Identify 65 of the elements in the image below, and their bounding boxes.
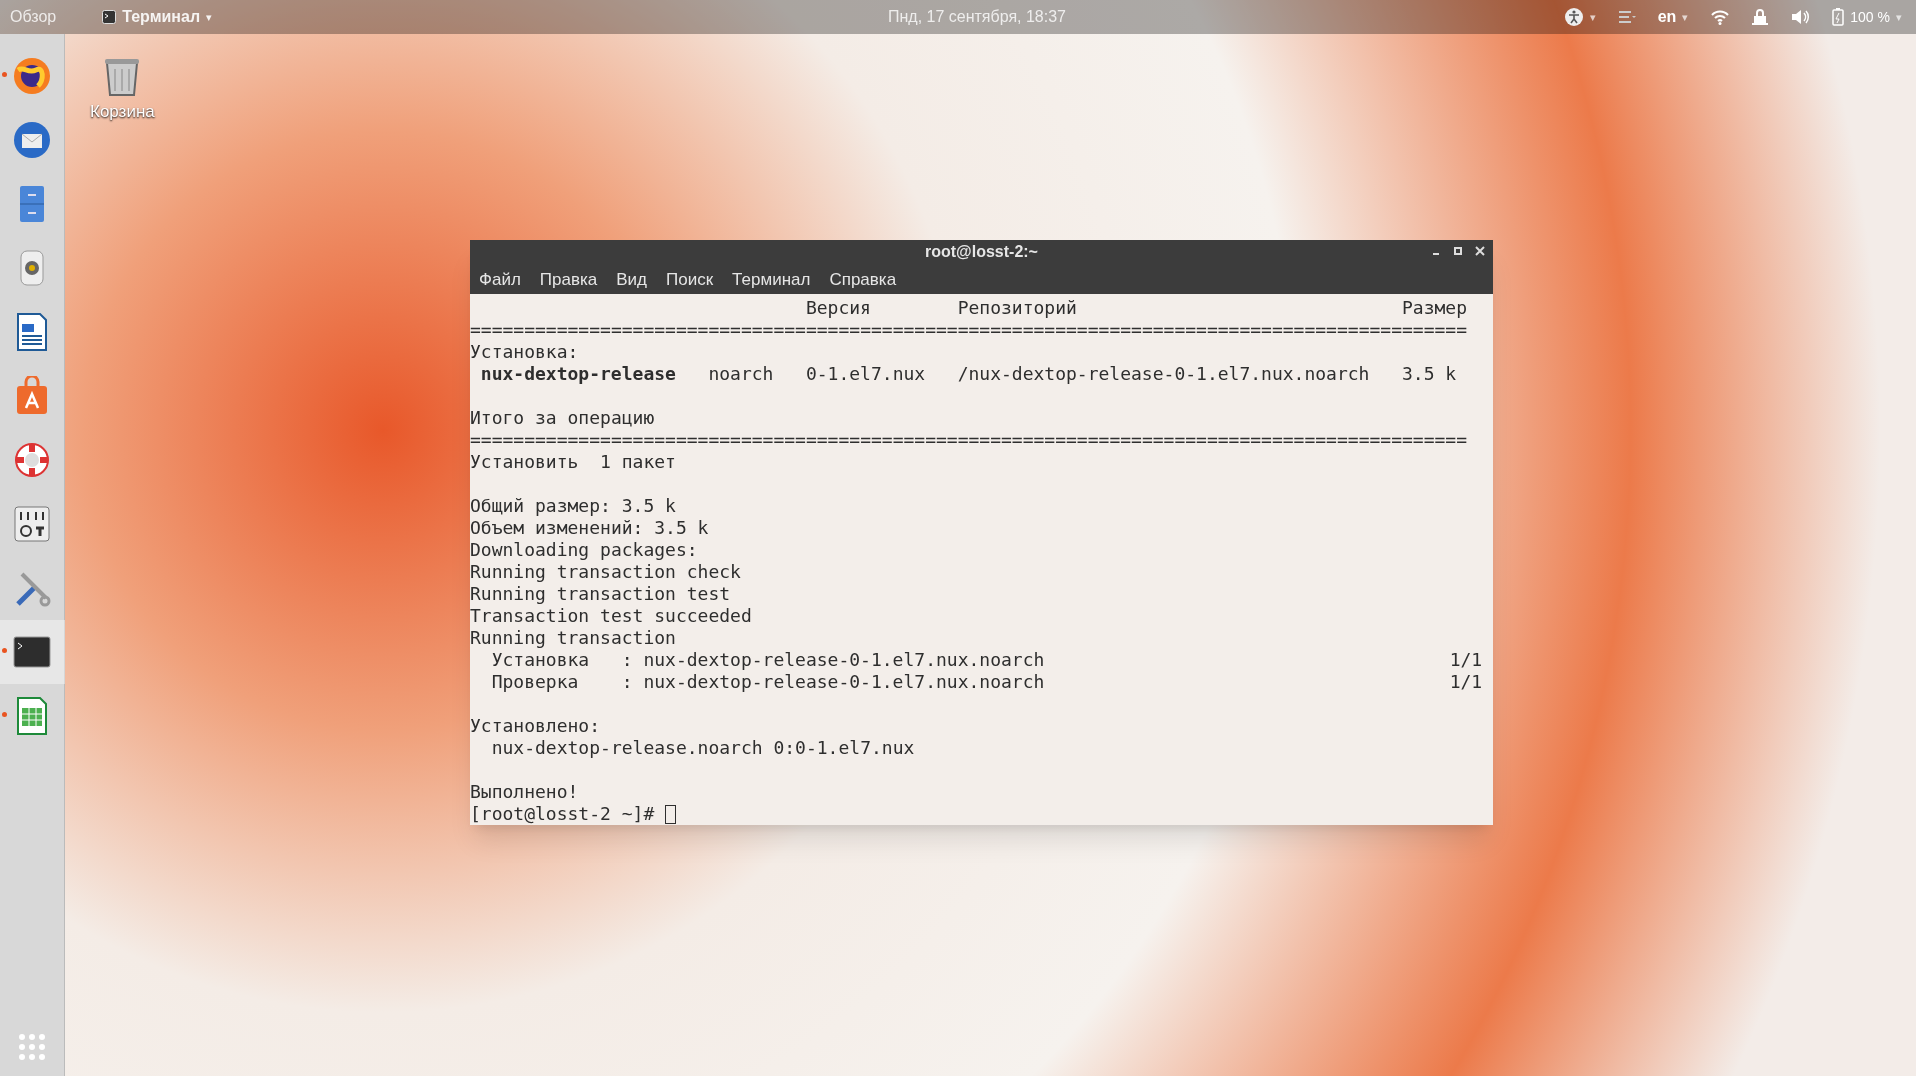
output-line: Running transaction test <box>470 583 731 604</box>
table-cell-text: 0-1.el7.nux <box>805 363 927 385</box>
separator: : <box>621 671 634 693</box>
column-header: Версия <box>805 297 872 319</box>
mail-icon <box>12 120 52 160</box>
table-cell-text: /nux-dextop-release-0-1.el7.nux.noarch <box>957 363 1371 385</box>
menu-item[interactable]: Вид <box>616 266 647 292</box>
battery-icon[interactable] <box>1832 8 1845 26</box>
maximize-icon[interactable] <box>1453 246 1463 256</box>
clock[interactable]: Пнд, 17 сентября, 18:37 <box>888 5 1066 29</box>
table-cell: 3.5 k <box>1401 363 1457 385</box>
progress-count: 1/1 <box>1449 671 1483 693</box>
dock-item[interactable] <box>0 620 65 684</box>
column-header: Размер <box>1401 297 1467 319</box>
caret-icon[interactable]: ▾ <box>1682 8 1689 26</box>
battery-percent[interactable]: 100 % <box>1850 6 1890 28</box>
menu-item[interactable]: Поиск <box>666 266 714 292</box>
separator-line: ============================================================================================ <box>470 319 1467 340</box>
output-line: Общий размер: 3.5 k <box>470 495 676 516</box>
output-line: Установлено: <box>470 715 601 736</box>
caret-icon[interactable]: ▾ <box>1896 8 1902 26</box>
output-line: Установка: <box>470 341 579 362</box>
volume-icon[interactable] <box>1790 9 1811 25</box>
running-indicator <box>1 72 7 77</box>
step-label: Установка <box>491 649 591 671</box>
browser-icon <box>12 56 52 96</box>
menu-item[interactable]: Терминал <box>732 266 811 292</box>
package-name: nux-dextop-release-0-1.el7.nux.noarch <box>643 671 1045 693</box>
accessibility-icon[interactable] <box>1563 7 1584 27</box>
shell-prompt: [root@losst-2 ~]# <box>470 803 655 825</box>
menu-item[interactable]: Справка <box>829 266 897 292</box>
desktop-icon-label[interactable]: Корзина <box>90 99 155 125</box>
separator: : <box>621 649 634 671</box>
table-cell-text: noarch <box>708 363 775 385</box>
column-header: Репозиторий <box>957 297 1078 319</box>
wifi-icon[interactable] <box>1710 9 1731 25</box>
output-line: nux-dextop-release.noarch 0:0-1.el7.nux <box>491 737 915 758</box>
running-indicator <box>1 648 7 653</box>
lock-icon[interactable] <box>1752 8 1769 26</box>
terminal-icon <box>102 10 117 24</box>
menu-item[interactable]: Правка <box>539 266 598 292</box>
lifebuoy-icon <box>12 440 52 480</box>
output-line: Downloading packages: <box>470 539 698 560</box>
progress-count: 1/1 <box>1449 649 1483 671</box>
package-name: nux-dextop-release-0-1.el7.nux.noarch <box>643 649 1045 671</box>
output-line: Transaction test succeeded <box>470 605 752 626</box>
caret-icon[interactable]: ▾ <box>1589 8 1596 26</box>
output-line: Установить 1 пакет <box>470 451 676 472</box>
close-icon[interactable] <box>1475 246 1485 256</box>
output-line: Выполнено! <box>470 781 579 802</box>
mixer-icon <box>12 504 52 544</box>
output-line: Итого за операцию <box>470 407 655 428</box>
app-menu[interactable]: Терминал ▾ <box>102 5 213 29</box>
step-label: Проверка <box>491 671 580 693</box>
table-cell-text: nux-dextop-release <box>479 363 677 385</box>
menu-item[interactable]: Файл <box>479 266 521 292</box>
output-line: Running transaction <box>470 627 676 648</box>
keyboard-layout[interactable]: en <box>1657 5 1677 29</box>
activities-button[interactable]: Обзор <box>10 5 57 29</box>
window-title: root@losst-2:~ <box>925 242 1038 263</box>
separator-line: ============================================================================================ <box>470 429 1467 450</box>
menu-icon[interactable] <box>1617 10 1636 24</box>
output-line: Running transaction check <box>470 561 741 582</box>
running-indicator <box>1 712 7 717</box>
output-line: Объем изменений: 3.5 k <box>470 517 709 538</box>
